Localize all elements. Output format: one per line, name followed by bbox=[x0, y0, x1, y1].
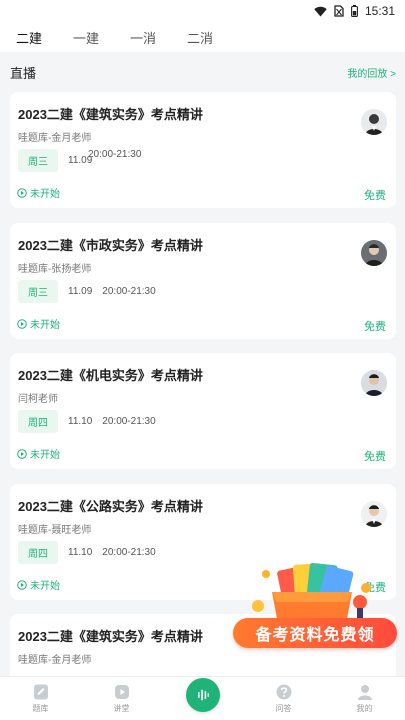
nav-question-bank[interactable]: 题库 bbox=[11, 683, 71, 714]
status-bar: 15:31 bbox=[0, 0, 405, 22]
teacher-avatar bbox=[361, 501, 387, 527]
play-circle-icon bbox=[17, 579, 27, 590]
course-schedule: 周三 11.09 20:00-21:30 bbox=[18, 280, 156, 303]
nav-lecture[interactable]: 讲堂 bbox=[92, 683, 152, 714]
course-card[interactable]: 2023二建《建筑实务》考点精讲 哇题库-金月老师 周三 11.09 20:00… bbox=[10, 92, 396, 208]
course-time: 20:00-21:30 bbox=[102, 547, 156, 558]
course-time-wrap: 20:00-21:30 bbox=[88, 149, 141, 160]
course-teacher: 哇题库-金月老师 bbox=[18, 133, 92, 144]
course-title: 2023二建《建筑实务》考点精讲 bbox=[18, 107, 203, 122]
course-card[interactable]: 2023二建《机电实务》考点精讲 闫柯老师 周四 11.10 20:00-21:… bbox=[10, 353, 396, 469]
status-time: 15:31 bbox=[364, 4, 395, 18]
play-circle-icon bbox=[17, 187, 27, 198]
weekday-badge: 周三 bbox=[18, 149, 58, 172]
course-schedule: 周四 11.10 20:00-21:30 bbox=[18, 410, 156, 433]
course-teacher: 哇题库-金月老师 bbox=[18, 655, 92, 666]
status-label: 未开始 bbox=[30, 189, 60, 200]
course-status: 未开始 bbox=[17, 577, 60, 592]
lecture-play-icon bbox=[114, 685, 129, 699]
no-sim-icon bbox=[334, 5, 344, 17]
nav-label: 题库 bbox=[32, 704, 49, 713]
status-label: 未开始 bbox=[30, 450, 60, 461]
profile-icon bbox=[357, 685, 372, 700]
course-teacher: 哇题库-聂旺老师 bbox=[18, 525, 92, 536]
weekday-badge: 周四 bbox=[18, 410, 58, 433]
weekday-badge: 周三 bbox=[18, 280, 58, 303]
course-price: 免费 bbox=[364, 321, 386, 333]
course-title: 2023二建《建筑实务》考点精讲 bbox=[18, 629, 203, 644]
nav-qa[interactable]: 问答 bbox=[254, 683, 314, 714]
course-teacher: 哇题库-张扬老师 bbox=[18, 264, 92, 275]
course-date: 11.10 bbox=[68, 416, 93, 427]
course-teacher: 闫柯老师 bbox=[18, 394, 58, 405]
teacher-avatar bbox=[361, 109, 387, 135]
weekday-badge: 周四 bbox=[18, 541, 58, 564]
course-status: 未开始 bbox=[17, 446, 60, 461]
play-circle-icon bbox=[17, 318, 27, 329]
nav-label: 我的 bbox=[356, 704, 373, 713]
tab-erxiao[interactable]: 二消 bbox=[187, 28, 213, 47]
course-price: 免费 bbox=[364, 190, 386, 202]
voice-wave-icon bbox=[185, 677, 220, 712]
section-title: 直播 bbox=[10, 65, 37, 81]
course-date: 11.09 bbox=[68, 286, 93, 297]
tab-yijian[interactable]: 一建 bbox=[73, 28, 99, 47]
nav-profile[interactable]: 我的 bbox=[335, 683, 395, 714]
question-mark-icon bbox=[276, 684, 291, 700]
course-schedule: 周四 11.10 20:00-21:30 bbox=[18, 541, 156, 564]
free-materials-promo[interactable]: 备考资料免费领 bbox=[228, 558, 398, 650]
tab-erjian[interactable]: 二建 bbox=[16, 28, 42, 47]
status-label: 未开始 bbox=[30, 320, 60, 331]
exam-tabs: 二建 一建 一消 二消 bbox=[0, 22, 405, 52]
course-card[interactable]: 2023二建《市政实务》考点精讲 哇题库-张扬老师 周三 11.09 20:00… bbox=[10, 223, 396, 339]
course-date: 11.10 bbox=[68, 547, 93, 558]
course-status: 未开始 bbox=[17, 185, 60, 200]
nav-label: 问答 bbox=[275, 704, 292, 713]
play-circle-icon bbox=[17, 448, 27, 459]
wifi-icon bbox=[314, 6, 327, 17]
status-label: 未开始 bbox=[30, 581, 60, 592]
live-section-header: 直播 我的回放 > bbox=[0, 52, 405, 92]
nav-label: 讲堂 bbox=[113, 704, 130, 713]
battery-icon bbox=[351, 5, 358, 17]
course-price: 免费 bbox=[364, 451, 386, 463]
course-time: 20:00-21:30 bbox=[102, 416, 156, 427]
course-title: 2023二建《公路实务》考点精讲 bbox=[18, 499, 203, 514]
course-status: 未开始 bbox=[17, 316, 60, 331]
bottom-nav: 题库 讲堂 问答 我的 bbox=[0, 676, 405, 720]
teacher-avatar bbox=[361, 240, 387, 266]
promo-label: 备考资料免费领 bbox=[233, 618, 397, 648]
course-schedule: 周三 11.09 bbox=[18, 149, 92, 172]
course-time: 20:00-21:30 bbox=[102, 286, 156, 297]
course-title: 2023二建《机电实务》考点精讲 bbox=[18, 368, 203, 383]
teacher-avatar bbox=[361, 370, 387, 396]
nav-center-voice[interactable] bbox=[173, 677, 233, 712]
question-bank-icon bbox=[33, 684, 48, 700]
course-title: 2023二建《市政实务》考点精讲 bbox=[18, 238, 203, 253]
course-time: 20:00-21:30 bbox=[88, 149, 142, 160]
my-replay-link[interactable]: 我的回放 > bbox=[347, 65, 396, 80]
tab-yixiao[interactable]: 一消 bbox=[130, 28, 156, 47]
